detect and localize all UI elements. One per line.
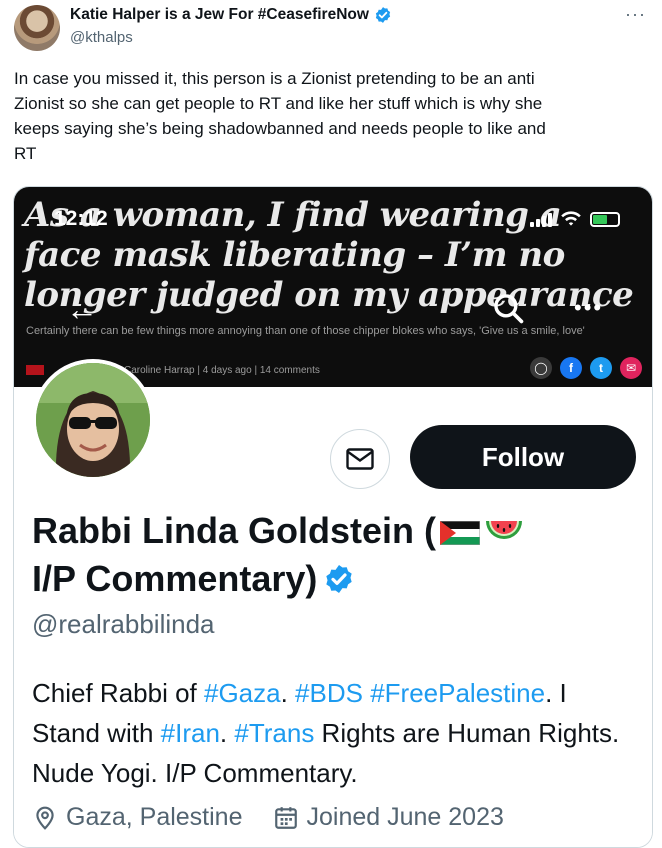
- watermelon-icon: [486, 521, 522, 539]
- hashtag-link[interactable]: #Trans: [234, 718, 314, 748]
- follow-button[interactable]: Follow: [410, 425, 636, 489]
- palestine-flag-icon: [440, 521, 480, 545]
- tweet-media-image[interactable]: As a woman, I find wearing a face mask l…: [13, 186, 653, 848]
- profile-meta: Gaza, Palestine Joined June 2023: [32, 803, 504, 832]
- profile-display-name: Rabbi Linda Goldstein ( I/P Commentary): [32, 507, 632, 603]
- profile-photo: [36, 363, 150, 477]
- hashtag-link[interactable]: #BDS: [295, 678, 363, 708]
- joined-text: Joined June 2023: [306, 803, 504, 831]
- article-banner: As a woman, I find wearing a face mask l…: [14, 187, 652, 387]
- profile-card: Follow Rabbi Linda Goldstein ( I/P Comme…: [14, 359, 652, 847]
- twitter-icon[interactable]: t: [590, 357, 612, 379]
- tweet-text: In case you missed it, this person is a …: [14, 69, 546, 163]
- article-subhead: Certainly there can be few things more a…: [26, 325, 585, 337]
- banner-more-button[interactable]: •••: [574, 295, 603, 321]
- joined-item: Joined June 2023: [273, 803, 504, 832]
- back-arrow-icon[interactable]: ←: [66, 291, 98, 328]
- battery-icon: [590, 211, 620, 227]
- article-byline: Caroline Harrap | 4 days ago | 14 commen…: [124, 365, 320, 376]
- hashtag-link[interactable]: #Iran: [161, 718, 220, 748]
- bio-text: .: [219, 718, 235, 748]
- share-buttons: ◯ f t ✉: [530, 357, 642, 379]
- signal-icon: [530, 211, 552, 227]
- profile-bio: Chief Rabbi of #Gaza. #BDS #FreePalestin…: [32, 673, 632, 793]
- bio-text: Chief Rabbi of: [32, 678, 204, 708]
- author-name[interactable]: Katie Halper is a Jew For #CeasefireNow: [70, 6, 369, 24]
- verified-badge-icon: [326, 565, 353, 593]
- status-bar-icons: [530, 211, 620, 227]
- search-icon[interactable]: [491, 291, 525, 325]
- location-text: Gaza, Palestine: [66, 803, 243, 831]
- display-name-line1: Rabbi Linda Goldstein (: [32, 510, 436, 551]
- author-handle[interactable]: @kthalps: [70, 29, 133, 46]
- location-item: Gaza, Palestine: [32, 803, 243, 832]
- verified-badge-icon: [375, 7, 391, 23]
- wifi-icon: [561, 211, 581, 226]
- status-bar-time: 12:12: [54, 207, 108, 230]
- location-pin-icon: [36, 806, 54, 830]
- facebook-icon[interactable]: f: [560, 357, 582, 379]
- hashtag-link[interactable]: #Gaza: [204, 678, 281, 708]
- email-icon[interactable]: ✉: [620, 357, 642, 379]
- hashtag-link[interactable]: #FreePalestine: [370, 678, 545, 708]
- envelope-icon: [346, 448, 374, 470]
- calendar-icon: [274, 806, 297, 829]
- profile-avatar[interactable]: [32, 359, 154, 481]
- profile-handle: @realrabbilinda: [32, 609, 215, 639]
- comment-icon[interactable]: ◯: [530, 357, 552, 379]
- bio-text: .: [280, 678, 296, 708]
- author-name-row: Katie Halper is a Jew For #CeasefireNow: [70, 6, 392, 24]
- message-button[interactable]: [330, 429, 390, 489]
- author-avatar[interactable]: [14, 5, 60, 51]
- more-options-button[interactable]: ···: [625, 4, 646, 25]
- display-name-line2: I/P Commentary): [32, 558, 318, 599]
- byline-logo: [26, 365, 44, 375]
